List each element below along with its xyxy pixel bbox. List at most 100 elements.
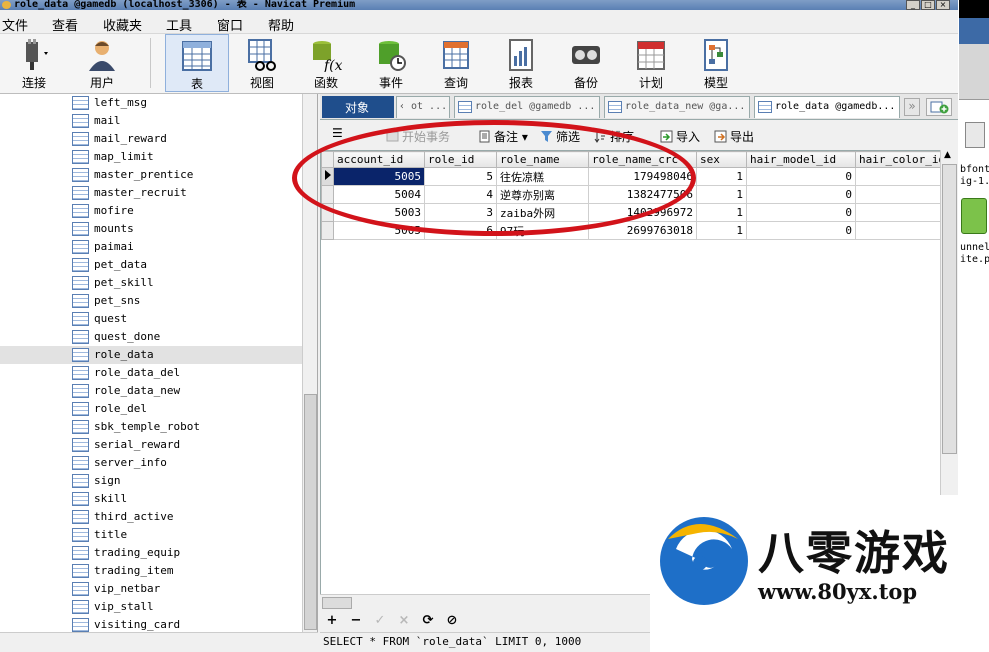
column-header[interactable]: account_id — [333, 151, 425, 168]
table-row[interactable]: 5003 3 zaiba外网 1402996972 1 0 — [321, 203, 954, 222]
tree-item[interactable]: pet_data — [0, 256, 302, 274]
tree-item[interactable]: master_prentice — [0, 166, 302, 184]
filter-button[interactable]: 筛选 — [540, 128, 580, 145]
column-header[interactable]: hair_color_id — [854, 151, 947, 168]
schedule-button[interactable]: 计划 — [621, 34, 681, 92]
tree-item[interactable]: vip_netbar — [0, 580, 302, 598]
cell-sex[interactable]: 1 — [696, 221, 747, 240]
tree-item[interactable]: skill — [0, 490, 302, 508]
cell-role-id[interactable]: 3 — [424, 203, 497, 222]
tree-item[interactable]: sign — [0, 472, 302, 490]
menu-file[interactable]: 文件 — [2, 15, 28, 34]
cell-role-name[interactable]: 往佐凉糕 — [496, 167, 589, 186]
tree-item[interactable]: vip_stall — [0, 598, 302, 616]
grid-hscroll-thumb[interactable] — [322, 597, 352, 609]
tree-item[interactable]: pet_skill — [0, 274, 302, 292]
tree-item[interactable]: mofire — [0, 202, 302, 220]
menu-help[interactable]: 帮助 — [268, 15, 294, 34]
column-header[interactable]: role_name_crc — [588, 151, 697, 168]
column-header[interactable]: sex — [696, 151, 747, 168]
cell-hair-color-id[interactable] — [854, 203, 947, 222]
menu-window[interactable]: 窗口 — [217, 15, 243, 34]
tab-item[interactable]: ‹ ot ... — [396, 96, 450, 118]
tab-item[interactable]: role_del @gamedb ... — [454, 96, 600, 118]
cell-role-name[interactable]: 逆尊亦别离 — [496, 185, 589, 204]
refresh-button[interactable]: ⟳ — [420, 613, 436, 629]
cell-hair-color-id[interactable] — [854, 221, 947, 240]
scroll-up-icon[interactable]: ▲ — [944, 150, 951, 160]
table-button[interactable]: 表 — [165, 34, 229, 92]
table-row[interactable]: 5005 6 97玩 2699763018 1 0 — [321, 221, 954, 240]
tree-item[interactable]: map_limit — [0, 148, 302, 166]
cell-role-name-crc[interactable]: 1382477506 — [588, 185, 697, 204]
tree-item[interactable]: role_data_del — [0, 364, 302, 382]
cell-role-name[interactable]: 97玩 — [496, 221, 589, 240]
close-button[interactable]: × — [936, 0, 950, 10]
menu-view[interactable]: 查看 — [52, 15, 78, 34]
tree-item[interactable]: role_del — [0, 400, 302, 418]
cell-hair-color-id[interactable] — [854, 167, 947, 186]
cell-hair-model-id[interactable]: 0 — [746, 167, 856, 186]
view-button[interactable]: 视图 — [232, 34, 292, 92]
tree-item[interactable]: role_data — [0, 346, 302, 364]
tree-item[interactable]: paimai — [0, 238, 302, 256]
import-button[interactable]: 导入 — [660, 128, 700, 145]
tree-item[interactable]: trading_equip — [0, 544, 302, 562]
discard-changes-button[interactable]: × — [396, 613, 412, 629]
menu-tools[interactable]: 工具 — [166, 15, 192, 34]
cell-sex[interactable]: 1 — [696, 185, 747, 204]
grid-scrollbar-thumb[interactable] — [942, 164, 957, 454]
export-button[interactable]: 导出 — [714, 128, 754, 145]
menu-favorites[interactable]: 收藏夹 — [103, 15, 142, 34]
tree-item[interactable]: pet_sns — [0, 292, 302, 310]
apply-changes-button[interactable]: ✓ — [372, 613, 388, 629]
tree-item[interactable]: quest_done — [0, 328, 302, 346]
connect-button[interactable]: 连接 — [4, 34, 64, 92]
cell-role-name-crc[interactable]: 1402996972 — [588, 203, 697, 222]
begin-transaction-button[interactable]: 开始事务 — [386, 128, 450, 145]
tab-item-current[interactable]: role_data @gamedb... — [754, 96, 900, 118]
sort-button[interactable]: 排序 — [594, 128, 634, 145]
cell-role-id[interactable]: 5 — [424, 167, 497, 186]
tree-item[interactable]: serial_reward — [0, 436, 302, 454]
tree-item[interactable]: sbk_temple_robot — [0, 418, 302, 436]
cell-account-id[interactable]: 5005 — [333, 167, 425, 186]
column-header[interactable]: role_id — [424, 151, 497, 168]
tree-item[interactable]: mounts — [0, 220, 302, 238]
report-button[interactable]: 报表 — [491, 34, 551, 92]
tab-scroll-left-icon[interactable]: ‹ — [399, 97, 405, 117]
cell-role-id[interactable]: 4 — [424, 185, 497, 204]
menu-toggle-icon[interactable]: ☰ — [332, 126, 343, 140]
add-record-button[interactable]: + — [324, 613, 340, 629]
cell-sex[interactable]: 1 — [696, 167, 747, 186]
cell-role-id[interactable]: 6 — [424, 221, 497, 240]
cell-hair-model-id[interactable]: 0 — [746, 221, 856, 240]
memo-button[interactable]: 备注 ▾ — [478, 128, 528, 145]
cell-hair-model-id[interactable]: 0 — [746, 203, 856, 222]
tab-scroll-right-icon[interactable]: » — [904, 98, 920, 116]
tree-item[interactable]: mail_reward — [0, 130, 302, 148]
chevron-down-icon[interactable]: ▾ — [522, 130, 528, 144]
tree-item[interactable]: trading_item — [0, 562, 302, 580]
tree-item[interactable]: third_active — [0, 508, 302, 526]
table-row[interactable]: 5005 5 往佐凉糕 179498046 1 0 — [321, 167, 954, 186]
tab-item[interactable]: role_data_new @ga... — [604, 96, 750, 118]
cell-hair-model-id[interactable]: 0 — [746, 185, 856, 204]
row-header[interactable] — [321, 221, 334, 240]
stop-button[interactable]: ⊘ — [444, 613, 460, 629]
tree-item[interactable]: server_info — [0, 454, 302, 472]
delete-record-button[interactable]: − — [348, 613, 364, 629]
new-tab-icon[interactable] — [926, 98, 952, 116]
maximize-button[interactable]: □ — [921, 0, 935, 10]
tree-item[interactable]: role_data_new — [0, 382, 302, 400]
row-header[interactable] — [321, 203, 334, 222]
tree-item[interactable]: title — [0, 526, 302, 544]
query-button[interactable]: 查询 — [426, 34, 486, 92]
tree-item[interactable]: master_recruit — [0, 184, 302, 202]
tree-item[interactable]: left_msg — [0, 94, 302, 112]
event-button[interactable]: 事件 — [361, 34, 421, 92]
tab-objects[interactable]: 对象 — [322, 96, 394, 118]
tree-scrollbar-thumb[interactable] — [304, 394, 317, 630]
tree-item[interactable]: visiting_card — [0, 616, 302, 632]
column-header[interactable]: role_name — [496, 151, 589, 168]
